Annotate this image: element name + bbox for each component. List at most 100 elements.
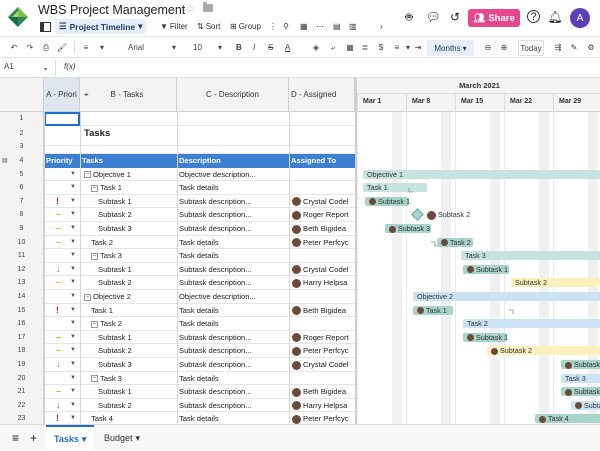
priority-cell[interactable] — [44, 140, 80, 154]
fill-color-icon[interactable]: ◈ — [311, 41, 321, 54]
function-icon[interactable]: f(x) — [64, 62, 76, 71]
description-cell[interactable] — [177, 140, 289, 154]
print-icon[interactable]: ⎙ — [40, 41, 52, 54]
assigned-to-cell[interactable]: Assigned To — [289, 154, 355, 168]
assigned-to-cell[interactable] — [289, 317, 355, 331]
strikethrough-button[interactable]: S — [268, 41, 273, 54]
sliders-icon[interactable]: ⚙ — [585, 41, 597, 54]
row-number[interactable]: 5 — [0, 167, 44, 182]
task-cell[interactable]: − Objective 2 — [80, 290, 177, 304]
zoom-out-icon[interactable]: ⊖ — [482, 41, 494, 54]
task-cell[interactable]: Subtask 2 — [80, 344, 177, 358]
align-center-icon[interactable]: ≡ — [392, 41, 402, 54]
assigned-to-cell[interactable]: Beth Bigidea — [289, 385, 355, 399]
task-cell[interactable]: Subtask 1 — [80, 331, 177, 345]
task-cell[interactable]: Subtask 3 — [80, 358, 177, 372]
task-cell[interactable]: Tasks — [80, 154, 177, 168]
font-family-select[interactable]: Arial — [128, 41, 144, 54]
priority-cell[interactable]: – ▼ — [44, 276, 80, 290]
task-cell[interactable]: Subtask 2 — [80, 208, 177, 222]
collapse-icon[interactable]: − — [84, 171, 91, 179]
history-icon[interactable]: ↺ — [448, 10, 462, 24]
task-cell[interactable] — [80, 140, 177, 154]
comments-icon[interactable]: 💬︎ — [425, 10, 440, 24]
row-number[interactable]: 3 — [0, 140, 44, 154]
collapse-icon[interactable]: − — [91, 375, 98, 383]
sheet-tab-budget[interactable]: Budget ▾ — [96, 425, 148, 451]
task-cell[interactable]: Subtask 3 — [80, 222, 177, 236]
row-number[interactable]: 22 — [0, 398, 44, 413]
assigned-to-cell[interactable] — [289, 168, 355, 182]
assigned-to-cell[interactable] — [289, 181, 355, 195]
task-cell[interactable]: − Task 1 — [80, 181, 177, 195]
assigned-to-cell[interactable]: Crystal Codel — [289, 263, 355, 277]
priority-cell[interactable]: ! ▼ — [44, 195, 80, 209]
priority-cell[interactable]: ▼ — [44, 249, 80, 263]
task-cell[interactable]: Subtask 1 — [80, 263, 177, 277]
task-cell[interactable]: Task 1 — [80, 304, 177, 318]
assigned-to-cell[interactable]: Peter Perfcyc — [289, 412, 355, 424]
collapse-icon[interactable]: − — [91, 252, 98, 260]
favorite-star-icon[interactable]: ☆ — [186, 4, 195, 15]
priority-cell[interactable]: – ▼ — [44, 222, 80, 236]
collapse-icon[interactable]: − — [91, 184, 98, 192]
collapse-icon[interactable]: − — [91, 320, 98, 328]
edit-pencil-icon[interactable]: ✎ — [568, 41, 580, 54]
connections-icon[interactable]: ⋯ — [316, 20, 324, 33]
cell-reference[interactable]: A1 — [4, 62, 14, 71]
chevron-down-icon[interactable]: ▾ — [44, 66, 47, 73]
undo-icon[interactable]: ↶ — [8, 41, 20, 54]
bold-button[interactable]: B — [236, 41, 242, 54]
assigned-to-cell[interactable]: Harry Helpsa — [289, 276, 355, 290]
assigned-to-cell[interactable]: Peter Perfcyc — [289, 236, 355, 250]
sort-button[interactable]: ⇅ Sort — [197, 20, 220, 33]
description-cell[interactable]: Description — [177, 154, 289, 168]
chevron-down-icon[interactable]: ▾ — [216, 41, 224, 54]
italic-button[interactable]: I — [253, 41, 255, 54]
borders-icon[interactable]: ▦ — [345, 41, 355, 54]
assigned-to-cell[interactable]: Beth Bigidea — [289, 222, 355, 236]
selected-cell[interactable] — [44, 112, 80, 126]
select-all-corner[interactable] — [0, 78, 44, 112]
description-cell[interactable]: Objective description... — [177, 290, 289, 304]
notifications-bell-icon[interactable]: 🔔︎ — [547, 10, 562, 24]
priority-cell[interactable]: – ▼ — [44, 208, 80, 222]
layout-icon[interactable]: ▤ — [333, 20, 341, 33]
sidebar-toggle-icon[interactable] — [38, 20, 52, 34]
task-cell[interactable]: Task 4 — [80, 412, 177, 424]
row-number[interactable]: 19 — [0, 358, 44, 372]
task-cell[interactable]: Subtask 1 — [80, 195, 177, 209]
description-cell[interactable]: Subtask description... — [177, 195, 289, 209]
description-cell[interactable]: Subtask description... — [177, 344, 289, 358]
priority-cell[interactable]: ▼ — [44, 290, 80, 304]
collapse-icon[interactable]: − — [84, 293, 91, 301]
column-header-d[interactable]: D - Assigned — [289, 78, 355, 112]
description-cell[interactable]: Subtask description... — [177, 222, 289, 236]
description-cell[interactable]: Subtask description... — [177, 276, 289, 290]
row-number[interactable]: 20 — [0, 371, 44, 386]
priority-cell[interactable]: – ▼ — [44, 385, 80, 399]
row-number[interactable]: 13 — [0, 276, 44, 290]
format-painter-icon[interactable]: 🖌︎ — [56, 41, 68, 54]
description-cell[interactable] — [177, 122, 289, 136]
formula-input[interactable] — [90, 60, 595, 76]
priority-cell[interactable]: – ▼ — [44, 331, 80, 345]
task-cell[interactable]: − Task 2 — [80, 317, 177, 331]
font-size-select[interactable]: 10 — [193, 41, 202, 54]
align-left-icon[interactable]: ≡ — [80, 41, 92, 54]
assigned-to-cell[interactable]: Harry Helpsa — [289, 399, 355, 413]
text-color-button[interactable]: A — [285, 41, 290, 54]
description-cell[interactable]: Task details — [177, 181, 289, 195]
priority-cell[interactable]: ↓ ▼ — [44, 263, 80, 277]
folder-icon[interactable] — [203, 2, 213, 12]
assigned-to-cell[interactable]: Beth Bigidea — [289, 304, 355, 318]
share-button[interactable]: 👥︎ Share — [468, 9, 520, 27]
description-cell[interactable]: Task details — [177, 249, 289, 263]
task-cell[interactable]: Subtask 2 — [80, 276, 177, 290]
today-button[interactable]: Today — [518, 40, 544, 56]
help-icon[interactable]: ? — [527, 10, 540, 23]
chevron-down-icon[interactable]: ▾ — [96, 41, 108, 54]
sheet-tab-tasks[interactable]: Tasks ▾ — [46, 425, 95, 451]
row-number[interactable]: 6 — [0, 181, 44, 195]
row-number[interactable]: 16 — [0, 317, 44, 331]
